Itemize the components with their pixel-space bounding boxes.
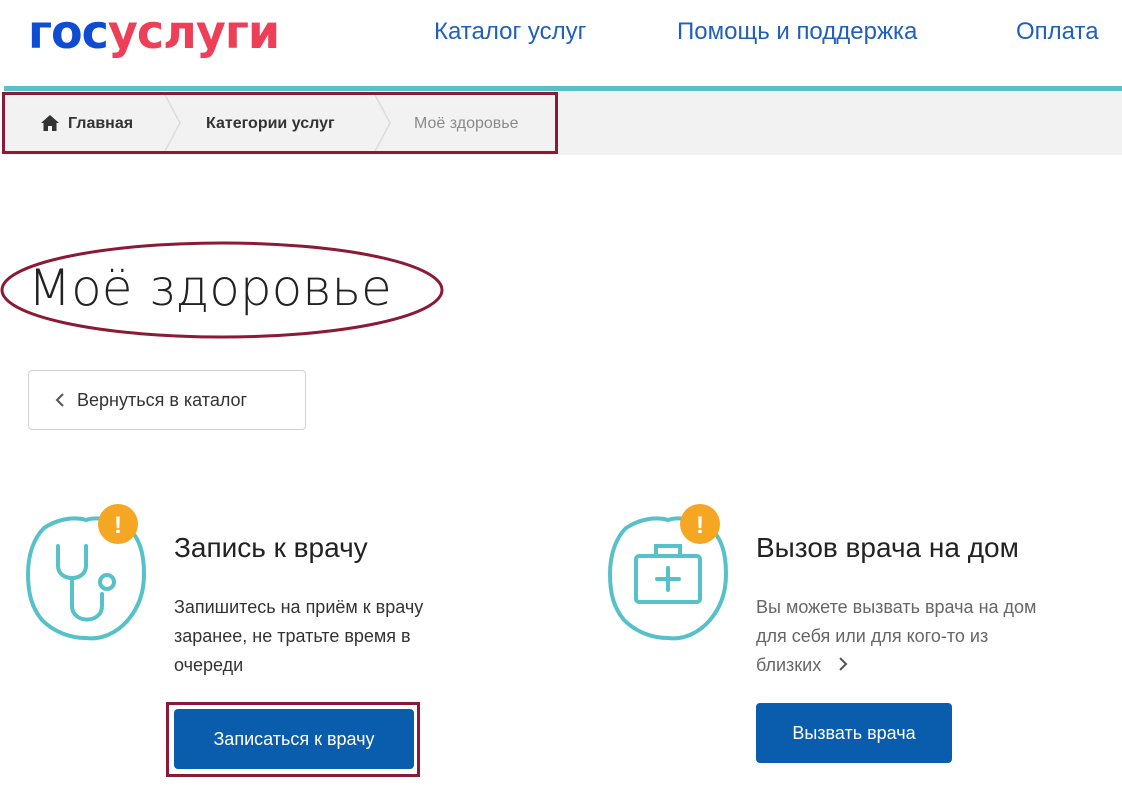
svg-text:!: ! bbox=[696, 512, 704, 539]
card-title: Запись к врачу bbox=[174, 532, 368, 563]
card-description-line: очереди bbox=[174, 655, 244, 675]
logo-part-uslugi: услуги bbox=[107, 5, 280, 59]
logo-part-gos: гос bbox=[28, 5, 109, 59]
breadcrumb-annotation-box bbox=[2, 92, 558, 154]
card-description-line: заранее, не тратьте время в bbox=[174, 626, 411, 646]
back-to-catalog-button[interactable]: Вернуться в каталог bbox=[28, 370, 306, 430]
card-description-line: Вы можете вызвать врача на дом bbox=[756, 597, 1037, 617]
card-description-line: близких bbox=[756, 655, 822, 675]
chevron-right-icon[interactable] bbox=[838, 656, 848, 672]
card-description-line: Запишитесь на приём к врачу bbox=[174, 597, 424, 617]
book-button-annotation-box bbox=[166, 702, 420, 777]
card-title: Вызов врача на дом bbox=[756, 532, 1019, 563]
back-button-label: Вернуться в каталог bbox=[77, 389, 248, 410]
stethoscope-icon: ! bbox=[25, 504, 147, 641]
card-description: Вы можете вызвать врача на дом для себя … bbox=[756, 593, 1036, 680]
medical-kit-icon: ! bbox=[607, 504, 729, 641]
chevron-left-icon bbox=[55, 393, 64, 407]
svg-text:!: ! bbox=[114, 512, 122, 539]
card-description-line: для себя или для кого-то из bbox=[756, 626, 989, 646]
title-annotation-ellipse bbox=[0, 241, 444, 339]
nav-help-link[interactable]: Помощь и поддержка bbox=[677, 18, 917, 46]
nav-payment-link[interactable]: Оплата bbox=[1016, 18, 1099, 46]
nav-catalog-link[interactable]: Каталог услуг bbox=[434, 18, 586, 46]
call-doctor-button[interactable]: Вызвать врача bbox=[756, 703, 952, 763]
gosuslugi-logo[interactable]: госуслуги bbox=[28, 5, 280, 59]
card-description: Запишитесь на приём к врачу заранее, не … bbox=[174, 593, 423, 680]
